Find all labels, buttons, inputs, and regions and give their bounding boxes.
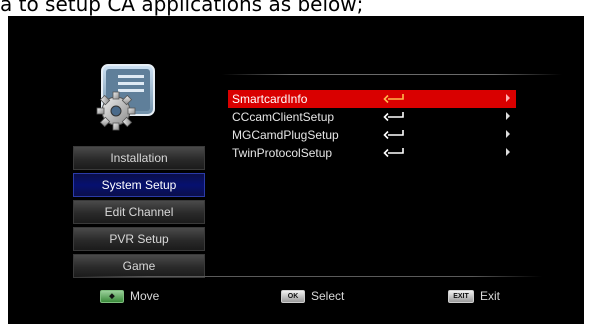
menu-item-system-setup[interactable]: System Setup — [73, 173, 205, 197]
list-item-label: MGCamdPlugSetup — [232, 128, 339, 142]
footer-move-label: Move — [130, 289, 160, 303]
enter-arrow-icon — [383, 94, 404, 104]
ca-setup-list: SmartcardInfo CCcamClientSetup MGCamdPlu… — [228, 90, 516, 162]
footer-exit-label: Exit — [480, 289, 501, 303]
menu-item-game[interactable]: Game — [73, 254, 205, 278]
enter-arrow-icon — [383, 112, 404, 122]
list-item-twin-protocol-setup[interactable]: TwinProtocolSetup — [228, 144, 516, 162]
menu-item-pvr-setup[interactable]: PVR Setup — [73, 227, 205, 251]
footer-divider — [78, 276, 542, 277]
menu-item-label: System Setup — [101, 178, 177, 192]
list-item-smartcard-info[interactable]: SmartcardInfo — [228, 90, 516, 108]
list-item-label: TwinProtocolSetup — [232, 146, 333, 160]
enter-arrow-icon — [383, 130, 404, 140]
list-item-label: CCcamClientSetup — [232, 110, 335, 124]
menu-item-label: Game — [122, 259, 156, 273]
main-menu: Installation System Setup Edit Channel P… — [73, 146, 205, 281]
footer-exit-hint: EXIT Exit — [448, 288, 500, 304]
chevron-right-icon — [506, 112, 510, 120]
menu-item-installation[interactable]: Installation — [73, 146, 205, 170]
exit-key-icon: EXIT — [448, 289, 474, 303]
ok-key-icon: OK — [281, 289, 305, 303]
list-item-cccam-client-setup[interactable]: CCcamClientSetup — [228, 108, 516, 126]
move-key-icon: ◆ — [100, 289, 124, 303]
header-divider — [222, 74, 562, 75]
footer-select-hint: OK Select — [281, 288, 344, 304]
menu-item-label: Edit Channel — [104, 205, 174, 219]
list-item-mgcamd-plug-setup[interactable]: MGCamdPlugSetup — [228, 126, 516, 144]
menu-item-label: Installation — [110, 151, 168, 165]
enter-arrow-icon — [383, 148, 404, 158]
list-item-label: SmartcardInfo — [232, 92, 308, 106]
footer-move-hint: ◆ Move — [100, 288, 159, 304]
menu-item-label: PVR Setup — [109, 232, 169, 246]
chevron-right-icon — [506, 148, 510, 156]
tv-screen: Installation System Setup Edit Channel P… — [8, 16, 584, 324]
settings-gear-window-icon — [96, 64, 155, 131]
chevron-right-icon — [506, 130, 510, 138]
page-caption: a to setup CA applications as below; — [0, 0, 364, 16]
menu-item-edit-channel[interactable]: Edit Channel — [73, 200, 205, 224]
chevron-right-icon — [506, 94, 510, 102]
footer-select-label: Select — [311, 289, 345, 303]
